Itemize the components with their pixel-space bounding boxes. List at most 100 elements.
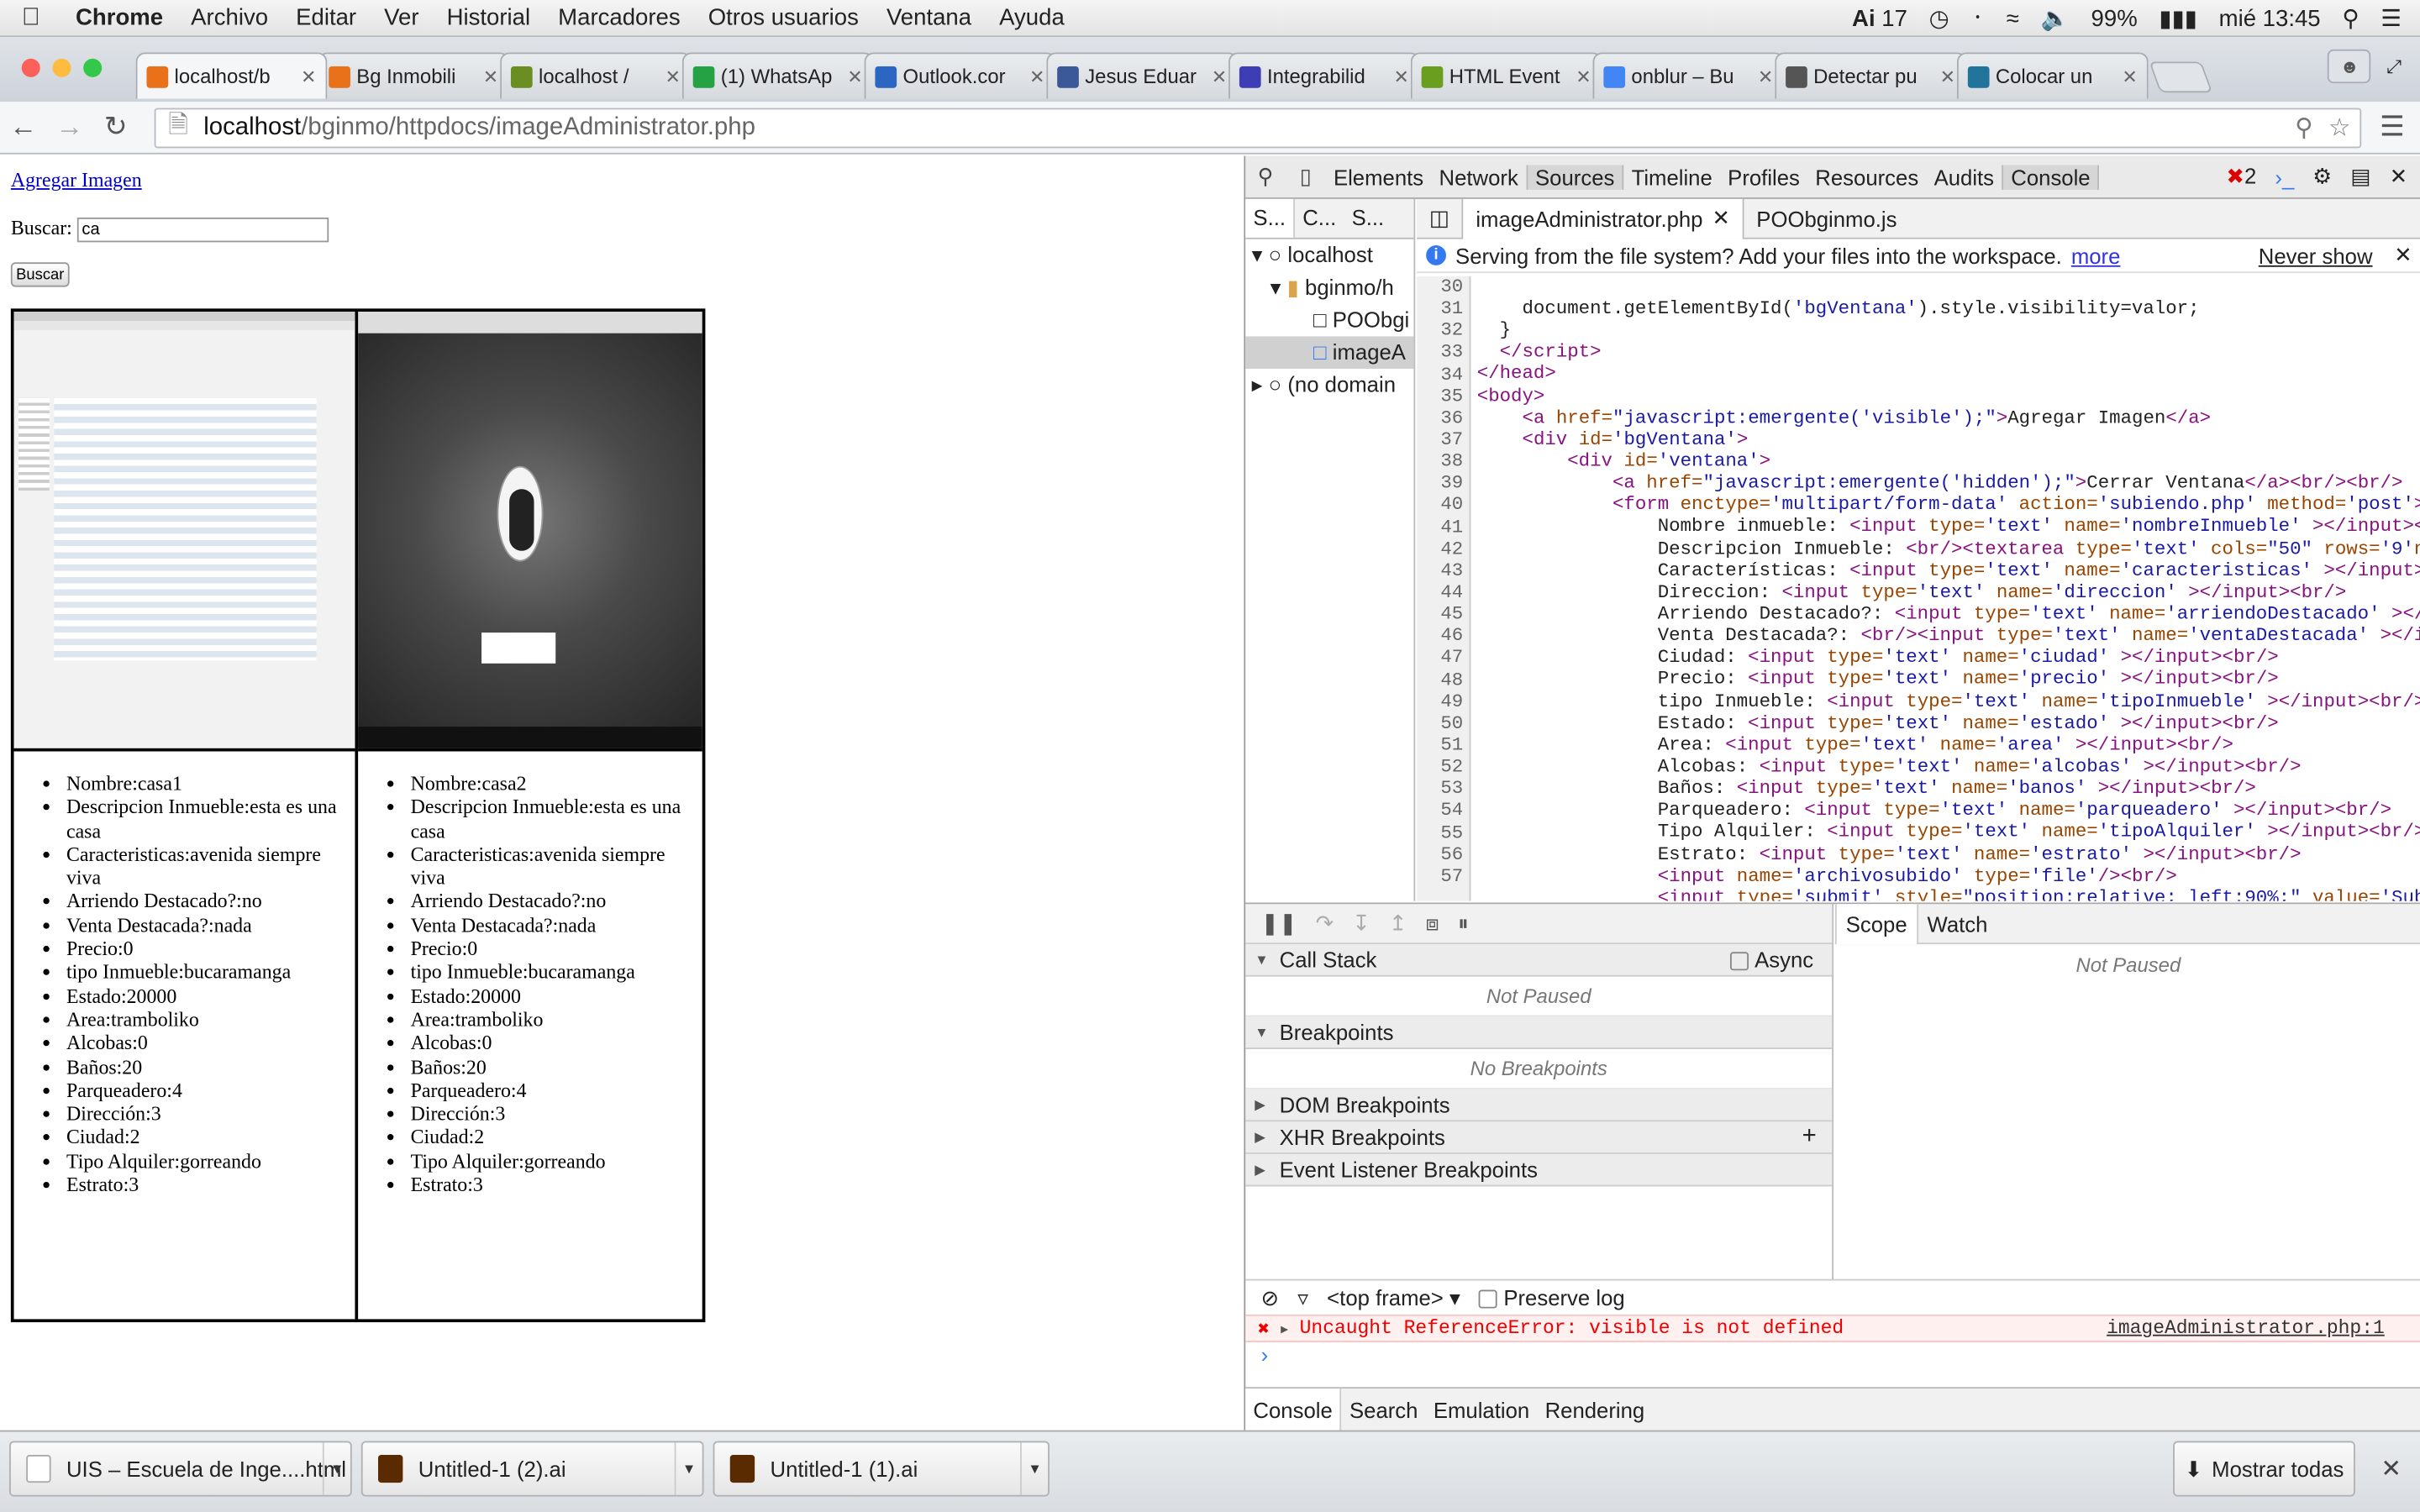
line-number[interactable]: 56	[1417, 843, 1463, 865]
tab-watch[interactable]: Watch	[1918, 903, 1997, 943]
close-tab-icon[interactable]: ✕	[666, 66, 681, 87]
browser-tab[interactable]: localhost/b ✕	[135, 52, 328, 99]
expand-arrow-icon[interactable]: ▸	[1279, 1316, 1291, 1341]
new-tab-button[interactable]	[2149, 61, 2213, 93]
volume-icon[interactable]: 🔈	[2041, 5, 2070, 32]
line-number[interactable]: 48	[1417, 669, 1463, 690]
search-input[interactable]	[76, 217, 329, 243]
nav-tab-snippets[interactable]: S...	[1344, 199, 1392, 238]
menu-editar[interactable]: Editar	[282, 5, 371, 31]
close-tab-icon[interactable]: ✕	[1029, 66, 1044, 87]
browser-tab[interactable]: localhost / ✕	[500, 52, 692, 99]
inspect-element-icon[interactable]: ⚲	[1245, 164, 1286, 190]
download-item[interactable]: UIS – Escuela de Inge....html ▼	[9, 1441, 352, 1497]
profile-avatar-icon[interactable]: ☻	[2328, 49, 2371, 84]
chrome-menu-icon[interactable]: ☰	[2380, 111, 2405, 144]
tab-profiles[interactable]: Profiles	[1720, 165, 1807, 189]
zoom-window-button[interactable]	[83, 58, 103, 77]
menu-archivo[interactable]: Archivo	[177, 5, 282, 31]
line-number[interactable]: 41	[1417, 516, 1463, 538]
line-number[interactable]: 51	[1417, 734, 1463, 756]
spotlight-search-icon[interactable]: ⚲	[2342, 5, 2359, 32]
step-over-icon[interactable]: ↷	[1316, 911, 1334, 937]
close-tab-icon[interactable]: ✕	[1576, 66, 1591, 87]
frame-selector[interactable]: <top frame> ▾	[1327, 1284, 1460, 1310]
line-number[interactable]: 43	[1417, 559, 1463, 581]
code-view[interactable]: 30 31 32 33 34 35 36 37 38 39 40 41 42 43 44 45 46 47 48 49…	[1417, 276, 2420, 901]
tab-console[interactable]: Console	[2002, 164, 2100, 190]
device-mode-icon[interactable]: ▯	[1286, 164, 1326, 190]
adobe-badge[interactable]: Ai 17	[1852, 5, 1907, 31]
tab-network[interactable]: Network	[1431, 165, 1526, 189]
tab-scope[interactable]: Scope	[1834, 903, 1918, 944]
menu-historial[interactable]: Historial	[433, 5, 544, 31]
drawer-tab-console[interactable]: Console	[1245, 1388, 1342, 1431]
menu-marcadores[interactable]: Marcadores	[544, 5, 695, 31]
error-counter[interactable]: ✖2	[2226, 164, 2256, 190]
xhr-breakpoints-header[interactable]: ▶ XHR Breakpoints +	[1245, 1121, 1833, 1154]
preserve-log-checkbox[interactable]: Preserve log	[1478, 1285, 1625, 1310]
close-tab-icon[interactable]: ✕	[847, 66, 862, 87]
line-number[interactable]: 31	[1417, 298, 1463, 320]
line-number[interactable]: 38	[1417, 451, 1463, 473]
drawer-tab-search[interactable]: Search	[1342, 1388, 1426, 1431]
tree-item-folder[interactable]: ▾ ▮ bginmo/h	[1245, 271, 1413, 304]
line-number[interactable]: 50	[1417, 712, 1463, 734]
pause-icon[interactable]: ❚❚	[1261, 911, 1297, 937]
line-number[interactable]: 49	[1417, 690, 1463, 712]
back-button[interactable]: ←	[0, 111, 46, 144]
infobar-more-link[interactable]: more	[2071, 243, 2121, 267]
line-number[interactable]: 53	[1417, 778, 1463, 800]
menu-app-name[interactable]: Chrome	[61, 5, 176, 31]
settings-gear-icon[interactable]: ⚙	[2312, 164, 2332, 190]
toggle-navigator-icon[interactable]: ◫	[1417, 201, 1462, 236]
close-tab-icon[interactable]: ✕	[2122, 66, 2137, 87]
never-show-link[interactable]: Never show	[2259, 243, 2373, 267]
close-tab-icon[interactable]: ✕	[301, 66, 316, 87]
error-source-link[interactable]: imageAdministrator.php:1	[2107, 1318, 2420, 1340]
browser-tab[interactable]: Detectar pu ✕	[1775, 52, 1967, 99]
wifi-icon[interactable]: ≈	[2007, 5, 2019, 31]
close-shelf-icon[interactable]: ✕	[2381, 1453, 2402, 1484]
notification-center-icon[interactable]: ☰	[2381, 5, 2402, 32]
close-tab-icon[interactable]: ✕	[1393, 66, 1408, 87]
dock-side-icon[interactable]: ▤	[2350, 164, 2370, 190]
tab-resources[interactable]: Resources	[1807, 165, 1926, 189]
menu-otros-usuarios[interactable]: Otros usuarios	[694, 5, 872, 31]
tab-timeline[interactable]: Timeline	[1623, 165, 1720, 189]
download-item[interactable]: Untitled-1 (1).ai ▼	[713, 1441, 1050, 1497]
tab-elements[interactable]: Elements	[1326, 165, 1432, 189]
nav-tab-content-scripts[interactable]: C...	[1295, 199, 1344, 238]
browser-tab[interactable]: Bg Inmobili ✕	[318, 52, 510, 99]
line-number[interactable]: 47	[1417, 647, 1463, 669]
console-prompt[interactable]: ›	[1245, 1342, 2420, 1373]
bookmark-star-icon[interactable]: ☆	[2328, 113, 2350, 144]
drawer-tab-emulation[interactable]: Emulation	[1426, 1388, 1538, 1431]
browser-tab[interactable]: HTML Event ✕	[1410, 52, 1602, 99]
line-number[interactable]: 55	[1417, 822, 1463, 843]
nav-tab-sources[interactable]: S...	[1245, 198, 1296, 238]
menu-ayuda[interactable]: Ayuda	[986, 5, 1079, 31]
line-number[interactable]: 45	[1417, 603, 1463, 625]
bluetooth-icon[interactable]: ᛫	[1970, 5, 1985, 31]
infobar-close-icon[interactable]: ✕	[2394, 242, 2412, 268]
step-into-icon[interactable]: ↧	[1352, 911, 1370, 937]
clear-console-icon[interactable]: ⊘	[1261, 1284, 1280, 1310]
browser-tab[interactable]: onblur – Bu ✕	[1592, 52, 1785, 99]
line-number[interactable]: 44	[1417, 581, 1463, 603]
step-out-icon[interactable]: ↥	[1389, 911, 1407, 937]
tree-item-js-file[interactable]: □ POObgi	[1245, 304, 1413, 337]
search-button[interactable]: Buscar	[10, 262, 70, 287]
download-menu-arrow[interactable]: ▼	[674, 1442, 702, 1495]
pause-on-exceptions-icon[interactable]: ⏸	[1458, 911, 1469, 937]
line-number[interactable]: 34	[1417, 364, 1463, 386]
forward-button[interactable]: →	[46, 111, 92, 144]
add-image-link[interactable]: Agregar Imagen	[11, 168, 142, 192]
close-tab-icon[interactable]: ✕	[1940, 66, 1955, 87]
tab-sources[interactable]: Sources	[1526, 164, 1624, 190]
close-window-button[interactable]	[21, 58, 40, 77]
tab-audits[interactable]: Audits	[1926, 165, 2002, 189]
line-number[interactable]: 39	[1417, 473, 1463, 495]
property-image[interactable]	[13, 312, 355, 752]
zoom-icon[interactable]: ⚲	[2295, 113, 2313, 144]
